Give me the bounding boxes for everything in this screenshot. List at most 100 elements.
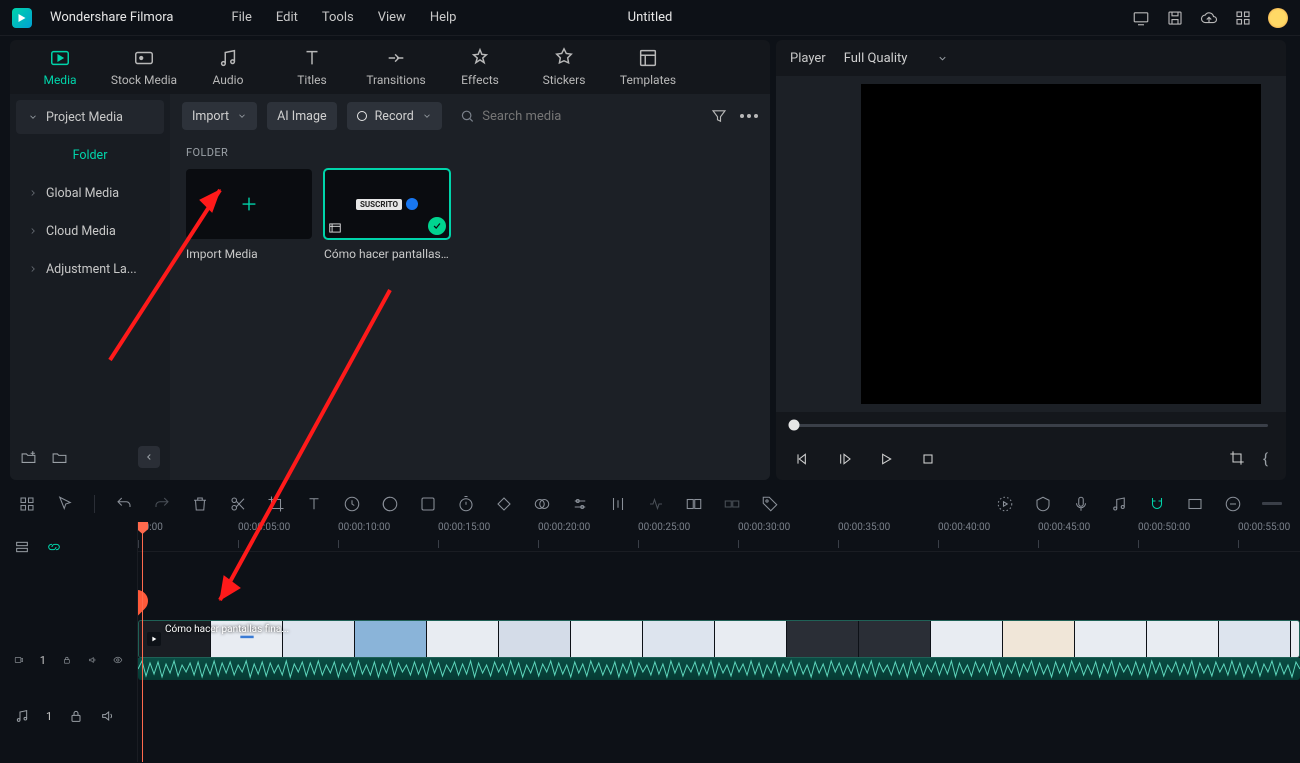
save-icon[interactable] [1166,9,1184,27]
mic-icon[interactable] [1072,495,1090,513]
render-icon[interactable] [996,495,1014,513]
menu-view[interactable]: View [378,10,406,25]
speed-icon[interactable] [343,495,361,513]
visibility-icon[interactable] [113,652,123,668]
tab-stock-media[interactable]: Stock Media [102,47,186,87]
tab-titles[interactable]: Titles [270,47,354,87]
tab-media[interactable]: Media [18,47,102,87]
video-track-icon [14,652,24,668]
apps-icon[interactable] [18,495,36,513]
ai-image-button[interactable]: AI Image [267,102,336,130]
redo-icon[interactable] [153,495,171,513]
video-clip[interactable]: Cómo hacer pantallas fina... [138,620,1300,658]
sidebar-item-global-media[interactable]: Global Media [16,176,164,210]
player-label: Player [790,51,826,66]
document-title: Untitled [628,10,673,25]
menu-tools[interactable]: Tools [322,10,354,25]
undo-icon[interactable] [115,495,133,513]
menu-file[interactable]: File [231,10,251,25]
color-icon[interactable] [381,495,399,513]
video-preview[interactable] [776,76,1286,412]
play-button[interactable] [878,451,894,467]
curly-brace-icon[interactable]: { [1263,450,1268,468]
media-clip-card[interactable]: SUSCRITO Cómo hacer pantallas ... [324,169,450,261]
collapse-sidebar-button[interactable] [138,446,160,468]
player-scrubber[interactable] [776,412,1286,438]
audio-track-header[interactable]: 1 [0,688,137,744]
audio-track-icon [14,708,30,724]
menu-edit[interactable]: Edit [276,10,298,25]
marker-icon[interactable] [1034,495,1052,513]
sidebar-item-cloud-media[interactable]: Cloud Media [16,214,164,248]
clip-type-icon [328,221,342,235]
audio-waveform[interactable] [138,658,1300,680]
sidebar-item-folder[interactable]: Folder [16,138,164,172]
app-name: Wondershare Filmora [50,10,173,25]
tab-effects[interactable]: Effects [438,47,522,87]
zoom-slider[interactable] [1262,502,1282,506]
cut-icon[interactable] [229,495,247,513]
record-dot-icon [357,111,367,121]
apps-grid-icon[interactable] [1234,9,1252,27]
folder-icon[interactable] [51,449,68,466]
crop-icon[interactable] [1229,450,1245,466]
suscrito-badge: SUSCRITO [356,199,402,210]
search-icon [460,108,475,124]
tab-stickers[interactable]: Stickers [522,47,606,87]
import-media-card[interactable]: Import Media [186,169,312,261]
fit-icon[interactable] [1186,495,1204,513]
music-icon[interactable] [1110,495,1128,513]
beat-icon[interactable] [647,495,665,513]
stop-button[interactable] [920,451,936,467]
crop-tool-icon[interactable] [267,495,285,513]
timeline-body[interactable]: 00:00 00:00:05:00 00:00:10:00 00:00:15:0… [138,522,1300,762]
tag-icon[interactable] [761,495,779,513]
timeline-link-icon[interactable] [46,539,62,555]
cursor-icon[interactable] [56,495,74,513]
timer-icon[interactable] [457,495,475,513]
sidebar-item-adjustment-layer[interactable]: Adjustment La... [16,252,164,286]
cloud-upload-icon[interactable] [1200,9,1218,27]
mask-icon[interactable] [533,495,551,513]
timeline-ruler[interactable]: 00:00 00:00:05:00 00:00:10:00 00:00:15:0… [138,522,1300,552]
tab-templates[interactable]: Templates [606,47,690,87]
new-folder-icon[interactable] [20,449,37,466]
like-badge-icon [406,198,418,210]
play-pause-button[interactable] [836,451,852,467]
quality-dropdown[interactable]: Full Quality [844,51,949,66]
sliders-icon[interactable] [571,495,589,513]
tab-audio[interactable]: Audio [186,47,270,87]
player-panel: Player Full Quality { [776,40,1286,480]
screen-icon[interactable] [1132,9,1150,27]
delete-icon[interactable] [191,495,209,513]
video-track-header[interactable]: 1 [0,632,137,688]
more-options-icon[interactable] [740,114,758,118]
mute-icon[interactable] [88,652,98,668]
record-button[interactable]: Record [347,102,442,130]
magnet-icon[interactable] [1148,495,1166,513]
clip-title: Cómo hacer pantallas fina... [165,624,289,635]
menu-help[interactable]: Help [430,10,457,25]
tab-transitions[interactable]: Transitions [354,47,438,87]
keyframe-icon[interactable] [495,495,513,513]
clip-play-icon [147,632,161,646]
timeline-layers-icon[interactable] [14,539,30,555]
lock-icon[interactable] [68,708,84,724]
link-icon[interactable] [723,495,741,513]
timeline-toolbar [0,486,1300,522]
filter-icon[interactable] [710,107,728,125]
group-icon[interactable] [685,495,703,513]
playhead-knob[interactable] [138,585,153,616]
mute-icon[interactable] [100,708,116,724]
audio-mix-icon[interactable] [609,495,627,513]
lock-icon[interactable] [62,652,72,668]
import-button[interactable]: Import [182,102,257,130]
text-icon[interactable] [305,495,323,513]
zoom-out-icon[interactable] [1224,495,1242,513]
playhead[interactable] [142,522,143,762]
adjust-icon[interactable] [419,495,437,513]
prev-frame-button[interactable] [794,451,810,467]
user-avatar[interactable] [1268,8,1288,28]
search-input[interactable] [482,109,700,124]
sidebar-item-project-media[interactable]: Project Media [16,100,164,134]
